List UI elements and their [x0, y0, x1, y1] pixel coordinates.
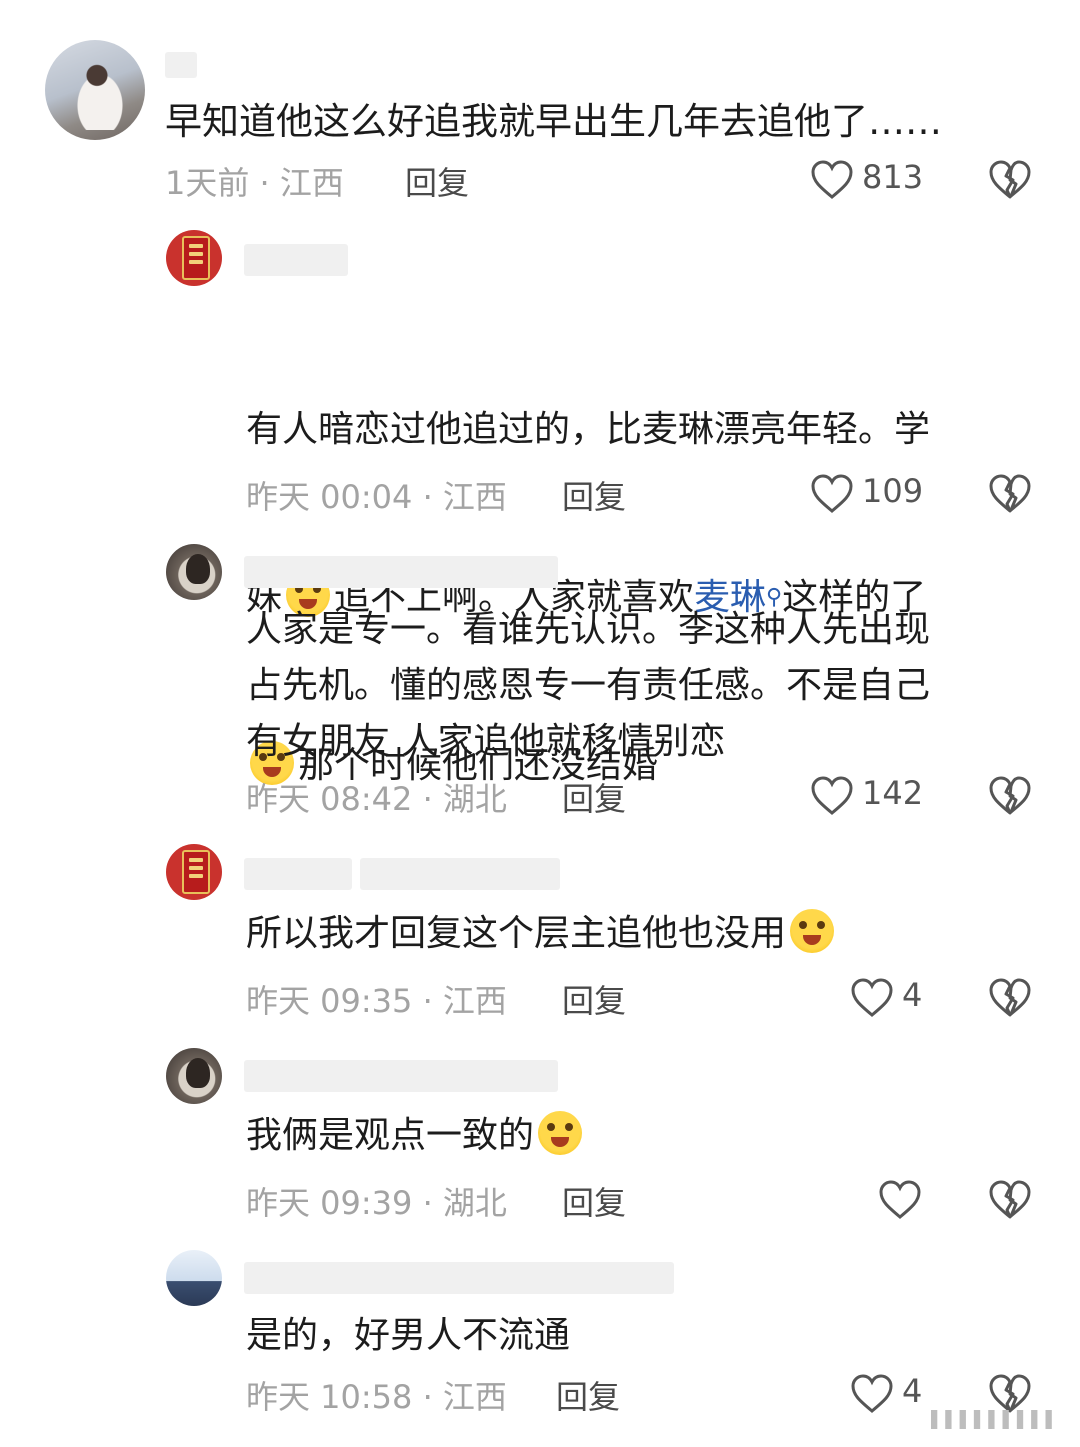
avatar[interactable]	[166, 230, 222, 286]
watermark: ▌▌▌▌▌▌▌▌▌	[931, 1410, 1060, 1429]
comment-text: 所以我才回复这个层主追他也没用	[246, 906, 838, 962]
broken-heart-icon[interactable]	[988, 1374, 1032, 1414]
username-blurred[interactable]	[244, 556, 558, 588]
username-blurred[interactable]	[244, 1262, 674, 1294]
comment-fragment: 所以我才回复这个层主追他也没用	[246, 913, 787, 954]
comment-line: 有人暗恋过他追过的，比麦琳漂亮年轻。学	[246, 409, 931, 450]
like-count: 4	[902, 1372, 923, 1410]
avatar[interactable]	[166, 844, 222, 900]
like-count: 813	[862, 158, 924, 196]
username-blurred[interactable]	[165, 52, 197, 78]
heart-outline-icon[interactable]	[810, 776, 854, 816]
heart-outline-icon[interactable]	[810, 474, 854, 514]
reply-button[interactable]: 回复	[405, 158, 469, 204]
broken-heart-icon[interactable]	[988, 978, 1032, 1018]
reply-target-blurred[interactable]	[360, 858, 560, 890]
like-count: 4	[902, 976, 923, 1014]
avatar[interactable]	[166, 544, 222, 600]
heart-outline-icon[interactable]	[850, 1374, 894, 1414]
avatar[interactable]	[166, 1048, 222, 1104]
comment-meta: 昨天 10:58 · 江西	[246, 1378, 507, 1416]
broken-heart-icon[interactable]	[988, 776, 1032, 816]
comment-text: 人家是专一。看谁先认识。李这种人先出现 占先机。懂的感恩专一有责任感。不是自己 …	[246, 609, 931, 762]
comment-meta: 昨天 09:35 · 江西	[246, 982, 507, 1020]
avatar[interactable]	[45, 40, 145, 140]
comment-text: 是的，好男人不流通	[246, 1315, 571, 1356]
avatar-figure	[67, 60, 127, 130]
broken-heart-icon[interactable]	[988, 474, 1032, 514]
like-count: 109	[862, 472, 924, 510]
laughing-crying-emoji	[538, 1111, 583, 1155]
heart-outline-icon[interactable]	[810, 160, 854, 200]
comment-text: 我俩是观点一致的	[246, 1108, 586, 1164]
heart-outline-icon[interactable]	[850, 978, 894, 1018]
reply-button[interactable]: 回复	[562, 976, 626, 1022]
avatar-hair	[186, 1058, 210, 1088]
broken-heart-icon[interactable]	[988, 160, 1032, 200]
avatar[interactable]	[166, 1250, 222, 1306]
reply-button[interactable]: 回复	[562, 1178, 626, 1224]
broken-heart-icon[interactable]	[988, 1180, 1032, 1220]
reply-button[interactable]: 回复	[562, 472, 626, 518]
comment-meta: 昨天 08:42 · 湖北	[246, 780, 507, 818]
username-blurred[interactable]	[244, 858, 352, 890]
heart-outline-icon[interactable]	[878, 1180, 922, 1220]
avatar-card	[182, 236, 210, 280]
username-blurred[interactable]	[244, 1060, 558, 1092]
username-blurred[interactable]	[244, 244, 348, 276]
avatar-hair	[186, 554, 210, 584]
avatar-card	[182, 850, 210, 894]
comment-meta: 昨天 09:39 · 湖北	[246, 1184, 507, 1222]
reply-button[interactable]: 回复	[562, 774, 626, 820]
reply-button[interactable]: 回复	[556, 1372, 620, 1418]
laughing-crying-emoji	[790, 909, 835, 953]
like-count: 142	[862, 774, 924, 812]
comment-text: 早知道他这么好追我就早出生几年去追他了……	[165, 100, 942, 143]
comment-meta: 1天前 · 江西	[165, 164, 344, 202]
comment-meta: 昨天 00:04 · 江西	[246, 478, 507, 516]
comment-fragment: 我俩是观点一致的	[246, 1115, 535, 1156]
